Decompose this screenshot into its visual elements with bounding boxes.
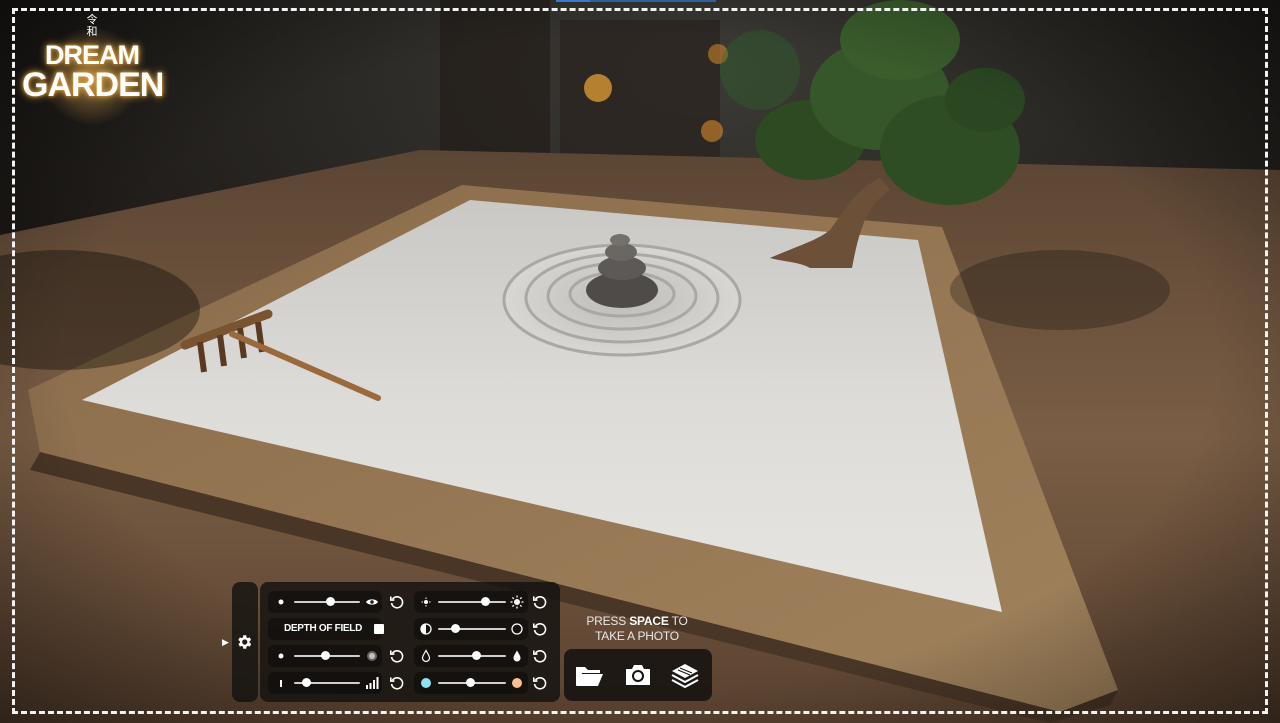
sun-small-icon (421, 597, 431, 607)
hint-key: SPACE (629, 614, 669, 628)
slider-knob[interactable] (451, 624, 460, 633)
exposure-slider-control[interactable] (268, 591, 382, 613)
folder-open-icon[interactable] (574, 661, 604, 689)
slider-knob[interactable] (321, 651, 330, 660)
droplet-filled-icon (513, 650, 521, 662)
logo-wordmark: DREAM GARDEN (22, 40, 164, 104)
focus-slider-control[interactable] (268, 645, 382, 667)
slider-knob[interactable] (466, 678, 475, 687)
contrast-icon (420, 623, 432, 635)
slider-knob[interactable] (302, 678, 311, 687)
reset-icon[interactable] (531, 674, 549, 692)
depth-of-field-toggle[interactable]: DEPTH OF FIELD (268, 618, 384, 640)
dot-small-icon (278, 599, 284, 605)
gear-icon[interactable] (235, 633, 253, 651)
droplet-outline-icon (421, 649, 431, 663)
bar-low-icon (280, 680, 282, 687)
photo-toolbar (564, 649, 712, 701)
reset-icon[interactable] (531, 620, 549, 638)
logo-kanji: 令 和 (80, 14, 104, 38)
logo-line-2: GARDEN (22, 66, 164, 104)
layers-icon[interactable] (670, 661, 700, 689)
loading-indicator (556, 0, 716, 2)
contrast-slider-control[interactable] (414, 618, 528, 640)
circle-outline-icon (511, 623, 523, 635)
reset-icon[interactable] (388, 674, 406, 692)
reset-icon[interactable] (388, 647, 406, 665)
temperature-slider-control[interactable] (414, 672, 528, 694)
reset-icon[interactable] (531, 647, 549, 665)
photo-hint: PRESS SPACE TO TAKE A PHOTO (578, 614, 696, 644)
quality-slider-control[interactable] (268, 672, 382, 694)
slider-knob[interactable] (481, 597, 490, 606)
brightness-slider-control[interactable] (414, 591, 528, 613)
blur-dot-icon (367, 651, 377, 661)
warm-color-icon (512, 678, 522, 688)
saturation-slider-control[interactable] (414, 645, 528, 667)
game-logo: 令 和 DREAM GARDEN (22, 14, 164, 124)
signal-bars-icon (366, 677, 379, 689)
eye-icon (366, 599, 378, 605)
checkbox-checked-icon[interactable] (374, 624, 384, 634)
reset-icon[interactable] (531, 593, 549, 611)
play-arrow-icon[interactable]: ▶ (222, 637, 229, 648)
reset-icon[interactable] (388, 593, 406, 611)
cool-color-icon (421, 678, 431, 688)
camera-settings-panel: DEPTH OF FIELD (260, 582, 560, 702)
hint-text-line2: TAKE A PHOTO (595, 629, 679, 643)
hint-text-post: TO (668, 614, 688, 628)
dot-small-icon (278, 653, 284, 659)
slider-knob[interactable] (326, 597, 335, 606)
slider-track[interactable] (438, 601, 506, 603)
logo-kanji-bottom: 和 (86, 25, 98, 38)
camera-icon[interactable] (623, 661, 653, 689)
slider-knob[interactable] (472, 651, 481, 660)
depth-of-field-label: DEPTH OF FIELD (284, 623, 363, 634)
sun-large-icon (510, 595, 524, 609)
hint-text-pre: PRESS (586, 614, 630, 628)
slider-track[interactable] (438, 628, 506, 630)
